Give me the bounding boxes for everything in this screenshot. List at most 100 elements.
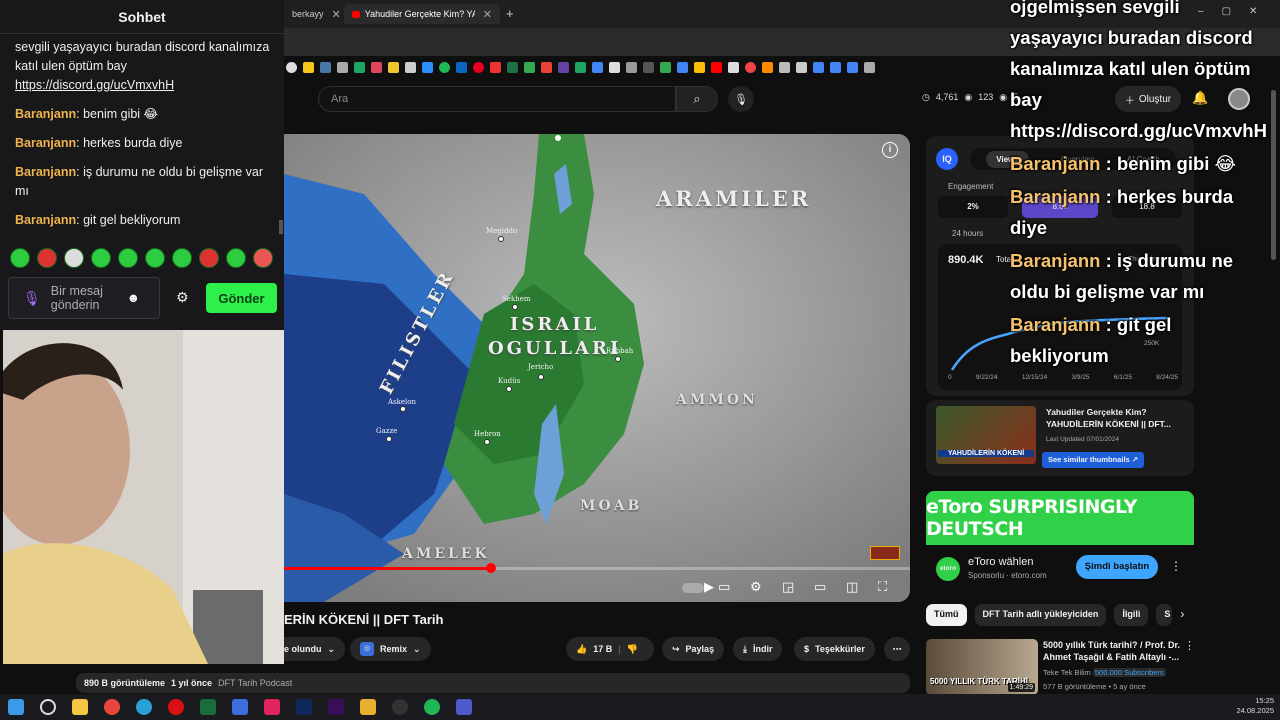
bookmark-icon[interactable]: [490, 61, 501, 73]
bookmark-icon[interactable]: [745, 61, 756, 73]
emote-icon[interactable]: [91, 248, 111, 268]
chevron-right-icon[interactable]: ›: [1180, 604, 1184, 626]
folder-icon[interactable]: [337, 61, 348, 73]
fullscreen-icon[interactable]: ⛶: [878, 579, 887, 595]
bookmark-icon[interactable]: [286, 61, 297, 73]
subscribed-button[interactable]: e olundu ⌄: [284, 637, 346, 661]
chip-from-channel[interactable]: DFT Tarih adlı yükleyiciden: [974, 604, 1107, 626]
bookmark-icon[interactable]: [694, 61, 705, 73]
drive-icon[interactable]: [354, 61, 365, 73]
emote-icon[interactable]: [172, 248, 192, 268]
search-button[interactable]: ⌕: [676, 86, 718, 112]
docs-icon[interactable]: [813, 61, 824, 73]
bookmark-icon[interactable]: [592, 61, 603, 73]
bookmark-icon[interactable]: [728, 61, 739, 73]
chat-username[interactable]: Baranjann: [15, 165, 76, 179]
bookmark-icon[interactable]: [541, 61, 552, 73]
emote-icon[interactable]: [226, 248, 246, 268]
audition-icon[interactable]: [200, 699, 216, 715]
chip-all[interactable]: Tümü: [926, 604, 967, 626]
pinterest-icon[interactable]: [473, 61, 484, 73]
emote-icon[interactable]: [10, 248, 30, 268]
excel-icon[interactable]: [507, 61, 518, 73]
description-box[interactable]: 890 B görüntüleme 1 yıl önce DFT Tarih P…: [76, 673, 910, 693]
bookmark-icon[interactable]: [643, 61, 654, 73]
emote-icon[interactable]: [145, 248, 165, 268]
progress-bar[interactable]: [284, 563, 910, 573]
share-button[interactable]: ↪ Paylaş: [662, 637, 725, 661]
chat-message-input[interactable]: 🎙 Bir mesaj gönderin ☻: [8, 277, 160, 319]
subtitles-icon[interactable]: ▭: [718, 579, 730, 595]
file-explorer-icon[interactable]: [72, 699, 88, 715]
more-actions-button[interactable]: ⋯: [884, 637, 910, 661]
close-icon[interactable]: ✕: [332, 8, 341, 21]
opera-icon[interactable]: [168, 699, 184, 715]
recommended-video[interactable]: 5000 YILLIK TÜRK TARİHİ 1:49:29 5000 yıl…: [926, 637, 1195, 697]
folder-icon[interactable]: [864, 61, 875, 73]
bookmark-icon[interactable]: [388, 61, 399, 73]
app-icon[interactable]: [360, 699, 376, 715]
bookmark-icon[interactable]: [762, 61, 773, 73]
search-icon[interactable]: [40, 699, 56, 715]
chat-username[interactable]: Baranjann: [15, 136, 76, 150]
bookmark-icon[interactable]: [558, 61, 569, 73]
bookmark-icon[interactable]: [303, 61, 314, 73]
docs-icon[interactable]: [830, 61, 841, 73]
tab-berkayy[interactable]: berkayy ✕: [284, 4, 344, 24]
remix-button[interactable]: ◎ Remix ⌄: [350, 637, 431, 661]
docs-icon[interactable]: [847, 61, 858, 73]
bookmark-icon[interactable]: [660, 61, 671, 73]
spotify-icon[interactable]: [424, 699, 440, 715]
bookmark-icon[interactable]: [371, 61, 382, 73]
app-icon[interactable]: [264, 699, 280, 715]
chip-more[interactable]: S: [1156, 604, 1173, 626]
bookmark-icon[interactable]: [609, 61, 620, 73]
telegram-icon[interactable]: [136, 699, 152, 715]
obs-icon[interactable]: [392, 699, 408, 715]
bookmark-icon[interactable]: [320, 61, 331, 73]
see-similar-button[interactable]: See similar thumbnails ↗: [1042, 452, 1145, 468]
system-clock[interactable]: 15:25 24.08.2025: [1236, 696, 1274, 716]
maximize-icon[interactable]: ▢: [1222, 6, 1231, 17]
theater-mode-icon[interactable]: ▭: [814, 579, 826, 595]
bookmark-icon[interactable]: [575, 61, 586, 73]
chat-username[interactable]: Baranjann: [15, 213, 76, 227]
video-thumbnail[interactable]: 5000 YILLIK TÜRK TARİHİ 1:49:29: [926, 639, 1038, 695]
ad-card[interactable]: eToro SURPRISINGLY DEUTSCH etoro eToro w…: [926, 491, 1194, 591]
emote-icon[interactable]: [199, 248, 219, 268]
windows-start-icon[interactable]: [8, 699, 24, 715]
close-icon[interactable]: ✕: [483, 8, 492, 21]
premiere-icon[interactable]: [328, 699, 344, 715]
more-icon[interactable]: ⋮: [1184, 639, 1195, 652]
emoji-icon[interactable]: ☻: [127, 291, 140, 305]
maps-icon[interactable]: [524, 61, 535, 73]
microphone-button[interactable]: 🎙: [728, 86, 754, 112]
bookmark-icon[interactable]: [796, 61, 807, 73]
minimize-icon[interactable]: –: [1198, 6, 1204, 17]
bookmark-icon[interactable]: [439, 61, 450, 73]
new-tab-button[interactable]: +: [506, 6, 514, 21]
download-button[interactable]: ⤓ İndir: [733, 637, 783, 661]
photoshop-icon[interactable]: [296, 699, 312, 715]
bookmark-icon[interactable]: [626, 61, 637, 73]
emote-icon[interactable]: [37, 248, 57, 268]
emote-icon[interactable]: [64, 248, 84, 268]
bookmark-icon[interactable]: [422, 61, 433, 73]
thanks-button[interactable]: $ Teşekkürler: [794, 637, 875, 661]
teams-icon[interactable]: [456, 699, 472, 715]
emote-icon[interactable]: [118, 248, 138, 268]
close-icon[interactable]: ✕: [1249, 6, 1257, 17]
settings-icon[interactable]: ⚙: [750, 579, 762, 595]
app-icon[interactable]: [232, 699, 248, 715]
search-input[interactable]: Ara: [318, 86, 676, 112]
send-button[interactable]: Gönder: [206, 283, 277, 313]
bookmark-icon[interactable]: [711, 61, 722, 73]
chat-scrollbar[interactable]: [279, 220, 283, 234]
cast-icon[interactable]: ◫: [846, 579, 858, 595]
thumbs-down-icon[interactable]: 👎: [627, 644, 638, 655]
chat-username[interactable]: Baranjann: [15, 107, 76, 121]
more-icon[interactable]: ⋮: [1170, 559, 1182, 573]
bookmark-icon[interactable]: [677, 61, 688, 73]
ad-cta-button[interactable]: Şimdi başlatın: [1076, 555, 1158, 579]
chip-related[interactable]: İlgili: [1114, 604, 1149, 626]
